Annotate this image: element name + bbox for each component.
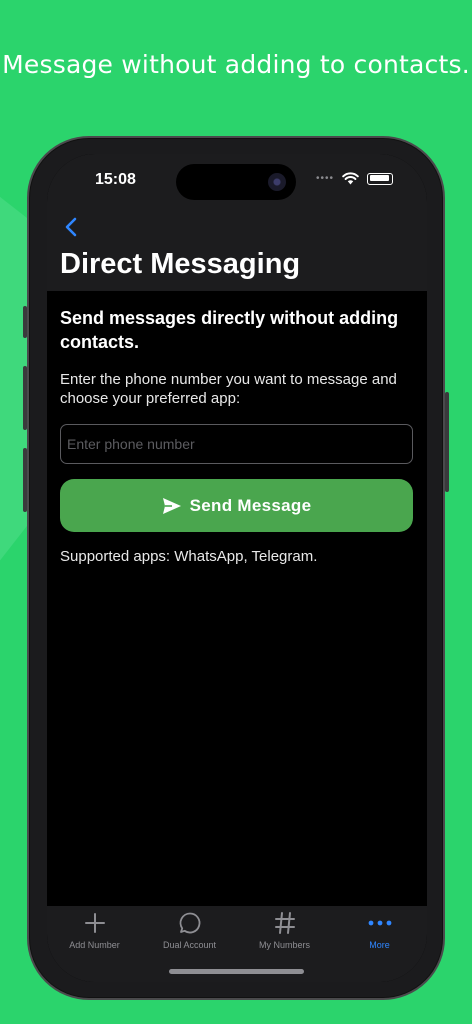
more-dots-icon [368,920,391,926]
home-indicator[interactable] [169,969,304,974]
supported-apps-text: Supported apps: WhatsApp, Telegram. [60,548,318,565]
tab-label: Dual Account [162,940,217,950]
instructions-text: Enter the phone number you want to messa… [60,371,397,407]
send-message-label: Send Message [189,495,312,515]
status-indicators: •••• [316,172,393,185]
navigation-bar: 15:08 •••• Direct Messaging [47,154,427,291]
plus-icon [84,913,105,933]
phone-screen: 15:08 •••• Direct Messaging Send message… [47,154,427,982]
phone-power-button [445,392,449,492]
battery-icon [367,172,393,185]
tab-label: My Numbers [258,940,310,950]
status-time: 15:08 [95,171,136,188]
tab-label: More [369,940,390,950]
chat-bubble-icon [179,912,200,934]
tab-add-number[interactable]: Add Number [47,906,142,982]
main-content: Send messages directly without adding co… [60,306,414,565]
tab-more[interactable]: More [332,906,427,982]
wifi-icon [342,172,359,185]
dynamic-island [176,164,296,200]
chevron-left-icon[interactable] [57,212,87,242]
camera-icon [268,173,286,191]
page-title: Direct Messaging [60,248,301,280]
tab-label: Add Number [69,940,120,950]
paper-plane-icon [162,497,181,514]
phone-number-input[interactable] [60,424,413,464]
signal-dots-icon: •••• [315,173,334,184]
section-subtitle: Send messages directly without adding co… [60,308,399,352]
hash-icon [274,912,295,934]
promo-headline: Message without adding to contacts. [2,50,470,79]
send-message-button[interactable]: Send Message [60,479,413,532]
